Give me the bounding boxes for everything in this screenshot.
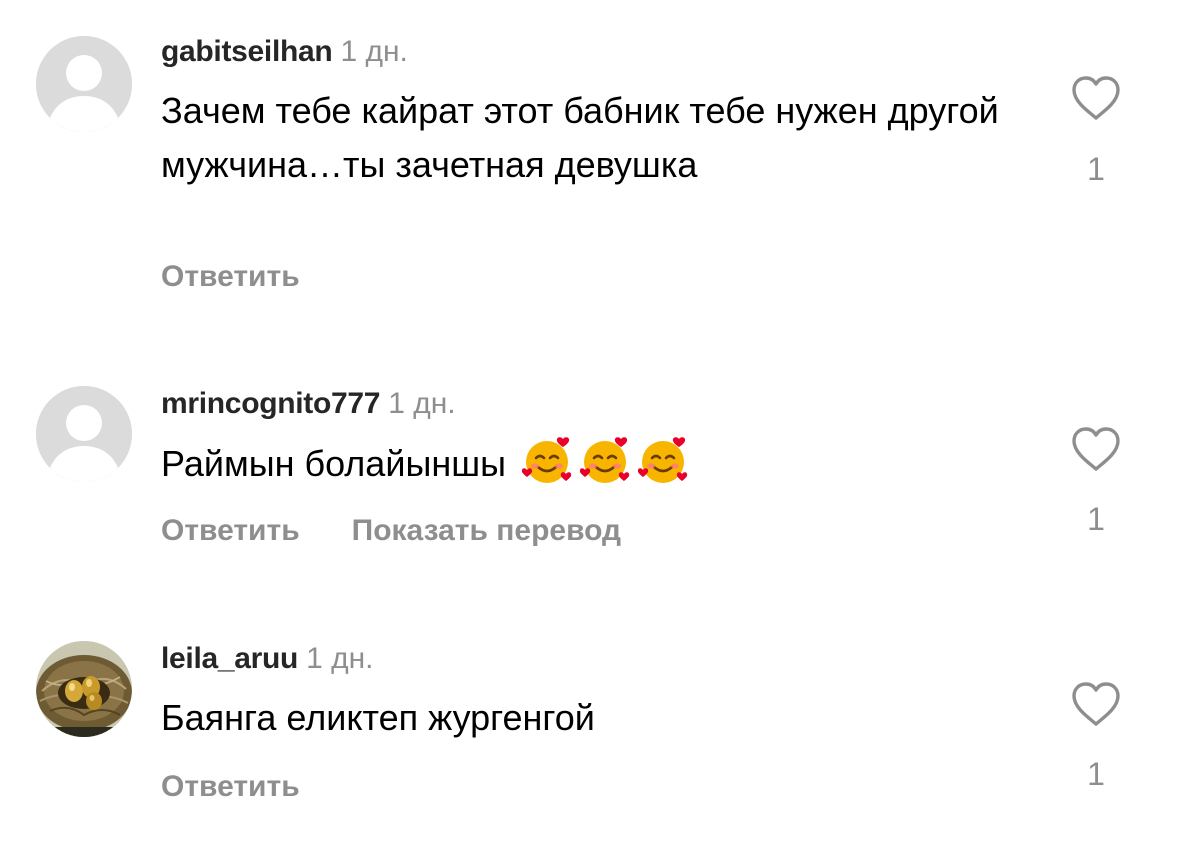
reply-button[interactable]: Ответить	[161, 260, 300, 293]
avatar[interactable]	[36, 386, 132, 482]
username-link[interactable]: gabitseilhan	[161, 35, 333, 68]
default-avatar-icon	[36, 36, 132, 132]
timestamp: 1 дн.	[306, 642, 374, 675]
like-count: 1	[1087, 501, 1105, 537]
smiling-face-with-hearts-emoji	[579, 437, 630, 483]
reply-button[interactable]: Ответить	[161, 770, 300, 803]
comment-header: gabitseilhan 1 дн.	[161, 35, 408, 74]
comment-text-content: Раймын болайыншы	[161, 443, 506, 484]
username-link[interactable]: leila_aruu	[161, 642, 298, 675]
comment-text: Зачем тебе кайрат этот бабник тебе нужен…	[161, 90, 999, 185]
heart-icon[interactable]	[1070, 74, 1122, 122]
like-count: 1	[1087, 756, 1105, 792]
reply-button[interactable]: Ответить	[161, 514, 300, 547]
comment-header: mrincognito777 1 дн.	[161, 387, 456, 426]
username-link[interactable]: mrincognito777	[161, 387, 380, 420]
comment-header: leila_aruu 1 дн.	[161, 642, 374, 681]
like-count: 1	[1087, 151, 1105, 187]
avatar[interactable]	[36, 36, 132, 132]
heart-icon[interactable]	[1070, 425, 1122, 473]
heart-icon[interactable]	[1070, 680, 1122, 728]
smiling-face-with-hearts-emoji	[637, 437, 688, 483]
timestamp: 1 дн.	[340, 35, 408, 68]
comment-actions: Ответить	[161, 770, 300, 809]
comment-actions: Ответить	[161, 260, 300, 299]
comment-actions: Ответить Показать перевод	[161, 514, 621, 553]
default-avatar-icon	[36, 386, 132, 482]
comment-text: Раймын болайыншы	[161, 436, 1021, 491]
avatar[interactable]	[36, 641, 132, 737]
comment-text: Баянга еликтеп жургенгой	[161, 697, 595, 738]
bird-nest-golden-eggs-photo	[36, 641, 132, 737]
smiling-face-with-hearts-emoji	[521, 437, 572, 483]
show-translation-button[interactable]: Показать перевод	[352, 514, 621, 547]
timestamp: 1 дн.	[388, 387, 456, 420]
